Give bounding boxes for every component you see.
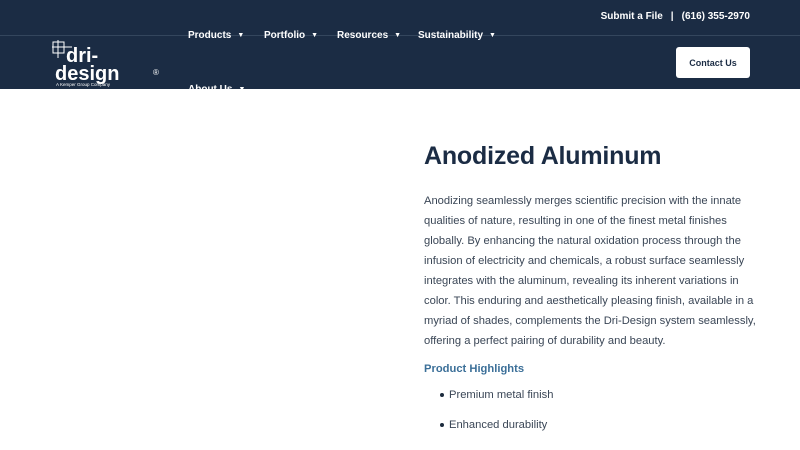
chevron-down-icon: ▼ [237, 32, 245, 39]
site-header: Submit a File | (616) 355-2970 dri- desi… [0, 0, 800, 95]
chevron-down-icon: ▼ [311, 32, 319, 39]
page-title: Anodized Aluminum [424, 142, 662, 170]
nav-item-label: Sustainability [418, 30, 484, 41]
product-description: Anodizing seamlessly merges scientific p… [424, 195, 756, 347]
nav-item-about-us[interactable]: About Us ▼ [188, 84, 245, 95]
product-content: Anodized Aluminum Anodizing seamlessly m… [424, 142, 764, 445]
phone-link[interactable]: (616) 355-2970 [682, 11, 750, 22]
list-item: Premium metal finish [424, 385, 764, 415]
chevron-down-icon: ▼ [394, 32, 402, 39]
highlights-heading: Product Highlights [424, 363, 525, 375]
dri-design-logo[interactable]: dri- design ® A Kemper Group Company [52, 40, 164, 88]
topbar-links: Submit a File | (616) 355-2970 [601, 11, 750, 22]
nav-item-label: Portfolio [264, 30, 306, 41]
chevron-down-icon: ▼ [238, 86, 246, 93]
chevron-down-icon: ▼ [489, 32, 496, 39]
nav-item-resources[interactable]: Resources ▼ [337, 30, 401, 41]
submit-file-link[interactable]: Submit a File [601, 11, 663, 22]
nav-item-label: Products [188, 30, 232, 41]
nav-item-label: Resources [337, 30, 389, 41]
nav-item-products[interactable]: Products ▼ [188, 30, 244, 41]
logo-tagline: A Kemper Group Company [56, 82, 111, 87]
list-item: Enhanced durability [424, 415, 764, 445]
logo-registered-mark: ® [153, 68, 159, 77]
nav-item-portfolio[interactable]: Portfolio ▼ [264, 30, 318, 41]
nav-item-sustainability[interactable]: Sustainability ▼ [418, 30, 496, 41]
topbar-separator: | [670, 11, 674, 22]
nav-item-label: About Us [188, 84, 233, 95]
contact-us-button[interactable]: Contact Us [676, 47, 750, 78]
highlights-list: Premium metal finish Enhanced durability [424, 385, 764, 445]
